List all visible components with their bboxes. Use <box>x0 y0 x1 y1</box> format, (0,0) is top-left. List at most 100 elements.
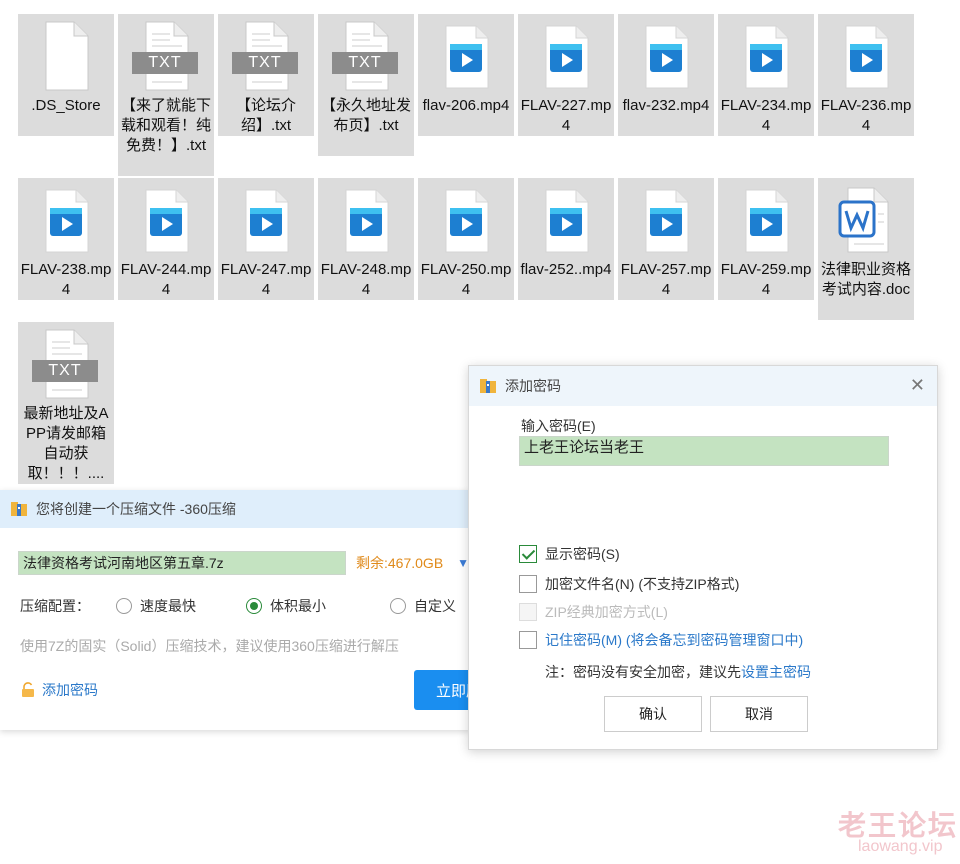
encrypt-filenames-checkbox[interactable] <box>519 575 537 593</box>
file-name: FLAV-244.mp4 <box>120 261 212 298</box>
compress-config-row: 压缩配置： 速度最快 体积最小 自定义 <box>20 596 456 616</box>
file-name: FLAV-257.mp4 <box>620 261 712 298</box>
show-password-label: 显示密码(S) <box>545 546 620 562</box>
file-item[interactable]: FLAV-248.mp4 <box>318 178 414 300</box>
file-item[interactable]: FLAV-257.mp4 <box>618 178 714 300</box>
radio-smallest[interactable] <box>246 598 262 614</box>
blank-file-icon <box>38 20 94 92</box>
cancel-button[interactable]: 取消 <box>710 696 808 732</box>
radio-custom[interactable] <box>390 598 406 614</box>
archive-icon <box>480 379 496 393</box>
video-file-icon <box>338 184 394 256</box>
file-item[interactable]: FLAV-259.mp4 <box>718 178 814 300</box>
video-file-icon <box>638 184 694 256</box>
password-dialog: 添加密码 ✕ 输入密码(E) 上老王论坛当老王 显示密码(S) 加密文件名(N)… <box>468 365 938 750</box>
txt-file-icon: TXT <box>32 328 98 400</box>
video-file-icon <box>638 20 694 92</box>
ok-button[interactable]: 确认 <box>604 696 702 732</box>
option-smallest-label: 体积最小 <box>270 598 326 614</box>
file-item[interactable]: TXT 【来了就能下载和观看！纯免费！】.txt <box>118 14 214 176</box>
file-item[interactable]: FLAV-247.mp4 <box>218 178 314 300</box>
file-item[interactable]: FLAV-236.mp4 <box>818 14 914 136</box>
file-item[interactable]: FLAV-238.mp4 <box>18 178 114 300</box>
file-item[interactable]: flav-252..mp4 <box>518 178 614 300</box>
password-note: 注：密码没有安全加密，建议先设置主密码 <box>545 662 811 682</box>
file-item[interactable]: flav-232.mp4 <box>618 14 714 136</box>
compress-now-button[interactable]: 立即压缩 <box>414 670 496 710</box>
show-password-checkbox[interactable] <box>519 545 537 563</box>
file-item[interactable]: TXT 【论坛介绍】.txt <box>218 14 314 136</box>
word-document-icon <box>838 184 894 256</box>
archive-icon <box>11 502 27 516</box>
remember-password-checkbox[interactable] <box>519 631 537 649</box>
video-file-icon <box>238 184 294 256</box>
add-password-label: 添加密码 <box>42 682 98 698</box>
file-name: FLAV-234.mp4 <box>720 97 812 134</box>
file-name: 【来了就能下载和观看！纯免费！】.txt <box>120 97 211 154</box>
close-icon[interactable]: ✕ <box>910 376 925 394</box>
remember-password-label: 记住密码(M) (将会备忘到密码管理窗口中) <box>545 632 804 648</box>
file-name: 法律职业资格考试内容.doc <box>820 261 911 298</box>
file-item[interactable]: FLAV-250.mp4 <box>418 178 514 300</box>
file-item[interactable]: .DS_Store <box>18 14 114 136</box>
file-name: .DS_Store <box>31 97 101 114</box>
file-name: flav-252..mp4 <box>520 261 612 278</box>
txt-file-badge: TXT <box>32 360 98 382</box>
file-name: FLAV-248.mp4 <box>320 261 412 298</box>
video-file-icon <box>738 20 794 92</box>
video-file-icon <box>138 184 194 256</box>
config-label: 压缩配置： <box>20 598 90 614</box>
file-name: 最新地址及APP请发邮箱自动获取！！！.... <box>23 405 109 482</box>
file-item[interactable]: FLAV-244.mp4 <box>118 178 214 300</box>
file-name: FLAV-236.mp4 <box>820 97 912 134</box>
encrypt-filenames-row[interactable]: 加密文件名(N) (不支持ZIP格式) <box>519 574 739 594</box>
video-file-icon <box>538 184 594 256</box>
zip-classic-row: ZIP经典加密方式(L) <box>519 602 668 622</box>
file-name: FLAV-227.mp4 <box>520 97 612 134</box>
video-file-icon <box>38 184 94 256</box>
file-item[interactable]: 法律职业资格考试内容.doc <box>818 178 914 320</box>
compress-dialog: 您将创建一个压缩文件 -360压缩 法律资格考试河南地区第五章.7z 剩余:46… <box>0 490 496 730</box>
note-text: 注：密码没有安全加密，建议先 <box>545 664 741 680</box>
video-file-icon <box>438 20 494 92</box>
add-password-link[interactable]: 添加密码 <box>20 680 98 700</box>
video-file-icon <box>538 20 594 92</box>
txt-file-badge: TXT <box>132 52 198 74</box>
file-item[interactable]: TXT 最新地址及APP请发邮箱自动获取！！！.... <box>18 322 114 484</box>
password-dialog-title: 添加密码 <box>505 378 561 394</box>
remember-password-row[interactable]: 记住密码(M) (将会备忘到密码管理窗口中) <box>519 630 803 650</box>
video-file-icon <box>438 184 494 256</box>
archive-name-row: 法律资格考试河南地区第五章.7z 剩余:467.0GB ▼ <box>18 550 470 576</box>
video-file-icon <box>838 20 894 92</box>
file-name: flav-206.mp4 <box>422 97 510 114</box>
txt-file-icon: TXT <box>332 20 398 92</box>
zip-classic-label: ZIP经典加密方式(L) <box>545 604 668 620</box>
txt-file-icon: TXT <box>132 20 198 92</box>
watermark-url: laowang.vip <box>858 838 943 855</box>
encrypt-filenames-label: 加密文件名(N) (不支持ZIP格式) <box>545 576 740 592</box>
zip-classic-checkbox <box>519 603 537 621</box>
option-custom-label: 自定义 <box>414 598 456 614</box>
option-fastest-label: 速度最快 <box>140 598 196 614</box>
password-dialog-titlebar: 添加密码 ✕ <box>469 366 937 406</box>
password-input[interactable]: 上老王论坛当老王 <box>519 436 889 466</box>
file-item[interactable]: TXT 【永久地址发布页】.txt <box>318 14 414 156</box>
set-master-password-link[interactable]: 设置主密码 <box>741 664 811 680</box>
file-name: 【论坛介绍】.txt <box>235 97 296 134</box>
compress-dialog-title: 您将创建一个压缩文件 -360压缩 <box>36 501 236 517</box>
file-item[interactable]: FLAV-234.mp4 <box>718 14 814 136</box>
compress-hint: 使用7Z的固实（Solid）压缩技术，建议使用360压缩进行解压 <box>20 638 399 654</box>
file-item[interactable]: flav-206.mp4 <box>418 14 514 136</box>
password-input-label: 输入密码(E) <box>521 418 596 434</box>
show-password-row[interactable]: 显示密码(S) <box>519 544 620 564</box>
radio-fastest[interactable] <box>116 598 132 614</box>
video-file-icon <box>738 184 794 256</box>
file-name: FLAV-259.mp4 <box>720 261 812 298</box>
file-name: 【永久地址发布页】.txt <box>320 97 411 134</box>
lock-icon <box>22 682 34 697</box>
file-item[interactable]: FLAV-227.mp4 <box>518 14 614 136</box>
compress-dialog-titlebar: 您将创建一个压缩文件 -360压缩 <box>0 490 470 528</box>
archive-name-input[interactable]: 法律资格考试河南地区第五章.7z <box>18 551 346 575</box>
file-name: FLAV-250.mp4 <box>420 261 512 298</box>
file-name: flav-232.mp4 <box>622 97 710 114</box>
